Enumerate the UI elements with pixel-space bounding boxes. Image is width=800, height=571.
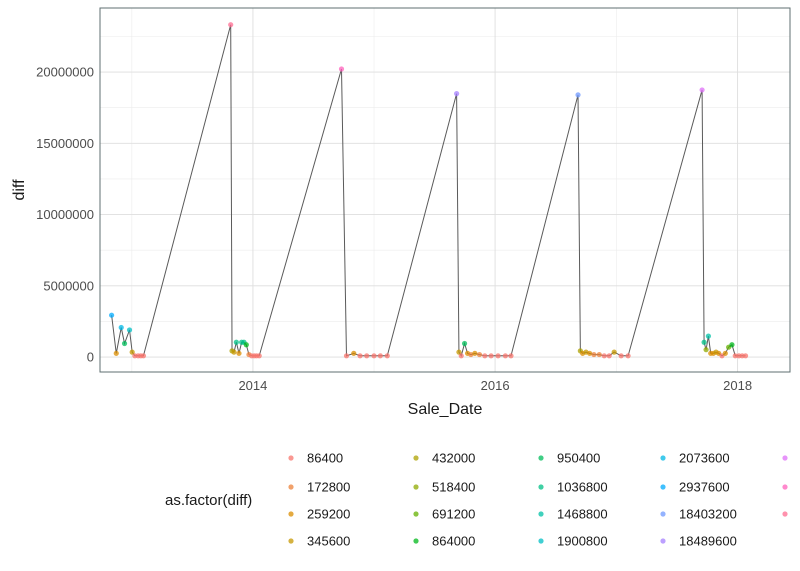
data-point: [705, 333, 711, 339]
data-point: [454, 91, 460, 97]
data-point: [722, 350, 728, 356]
legend-key: [660, 455, 666, 461]
data-point: [236, 350, 242, 356]
data-point: [233, 339, 239, 345]
legend-key: [660, 511, 666, 517]
data-point: [729, 342, 735, 348]
legend-label: 518400: [432, 480, 475, 495]
legend-label: 2073600: [679, 451, 730, 466]
data-point: [461, 340, 468, 347]
legend-label: 691200: [432, 507, 475, 522]
legend-key: [413, 538, 419, 544]
legend-key: [538, 538, 544, 544]
data-point: [140, 353, 147, 359]
data-point: [371, 353, 377, 359]
legend-key: [413, 484, 419, 490]
data-point: [625, 353, 631, 359]
legend-key: [782, 511, 788, 517]
data-point: [601, 353, 607, 359]
data-point: [701, 339, 707, 345]
data-point: [591, 351, 597, 358]
y-tick-label: 20000000: [36, 65, 94, 80]
data-point: [121, 340, 128, 347]
legend-label: 172800: [307, 480, 350, 495]
legend-label: 950400: [557, 451, 600, 466]
legend-key: [413, 455, 419, 461]
x-tick-label: 2014: [238, 378, 267, 393]
y-tick-label: 10000000: [36, 207, 94, 222]
data-point: [611, 349, 617, 355]
data-point: [377, 353, 383, 359]
data-point: [256, 353, 262, 359]
data-point: [351, 350, 357, 356]
data-point: [384, 353, 390, 359]
data-point: [113, 350, 119, 356]
legend-key: [782, 484, 788, 490]
legend-key: [288, 455, 294, 461]
data-point: [364, 353, 370, 359]
legend-key: [288, 538, 294, 544]
data-point: [476, 351, 483, 358]
data-point: [343, 353, 350, 359]
x-axis-title: Sale_Date: [408, 401, 483, 418]
data-point: [742, 353, 749, 359]
legend-label: 86400: [307, 451, 343, 466]
data-point: [357, 353, 363, 359]
data-point: [458, 353, 464, 359]
legend-label: 259200: [307, 507, 350, 522]
data-point: [596, 351, 602, 358]
data-point: [488, 353, 494, 359]
data-point: [502, 353, 508, 359]
legend-key: [660, 538, 666, 544]
y-tick-label: 0: [87, 350, 94, 365]
y-tick-label: 5000000: [43, 278, 94, 293]
data-point: [495, 353, 501, 359]
legend-label: 18489600: [679, 534, 737, 549]
y-tick-label: 15000000: [36, 136, 94, 151]
data-point: [338, 66, 345, 72]
legend-label: 1900800: [557, 534, 608, 549]
legend-key: [538, 511, 544, 517]
data-point: [618, 353, 624, 359]
legend-key: [538, 484, 544, 490]
data-point: [243, 342, 249, 348]
data-point: [699, 87, 705, 93]
data-point: [508, 353, 514, 359]
legend-key: [288, 484, 294, 490]
data-point: [575, 92, 581, 98]
data-point: [109, 312, 115, 318]
data-point: [703, 347, 709, 353]
x-tick-label: 2018: [723, 378, 752, 393]
y-axis-title: diff: [11, 179, 28, 201]
legend-key: [782, 455, 788, 461]
data-point: [118, 324, 124, 331]
chart: 2014 2016 2018 0 5000000 10000000 15000000 200…: [0, 0, 800, 571]
data-point: [126, 327, 133, 333]
x-tick-label: 2016: [481, 378, 510, 393]
legend-label: 1468800: [557, 507, 608, 522]
data-point: [482, 353, 488, 359]
legend-label: 2937600: [679, 480, 730, 495]
legend-label: 864000: [432, 534, 475, 549]
legend-key: [538, 455, 544, 461]
legend-label: 345600: [307, 534, 350, 549]
data-point: [606, 353, 612, 359]
legend-label: 18403200: [679, 507, 737, 522]
data-point: [231, 349, 237, 355]
data-point: [228, 22, 234, 28]
legend-title: as.factor(diff): [165, 492, 252, 509]
legend-key: [660, 484, 666, 490]
legend-label: 432000: [432, 451, 475, 466]
legend-label: 1036800: [557, 480, 608, 495]
data-point: [472, 350, 478, 356]
legend-key: [288, 511, 294, 517]
legend-key: [413, 511, 419, 517]
